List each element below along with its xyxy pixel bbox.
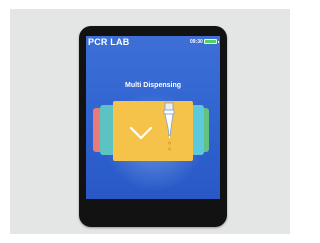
- status-bar: PCR LAB 09:30: [86, 36, 220, 49]
- clock: 09:30: [190, 39, 203, 45]
- device-screen: PCR LAB 09:30 Multi Dispensing: [86, 36, 220, 199]
- battery-icon: [204, 39, 219, 44]
- device-title: PCR LAB: [88, 37, 130, 47]
- pipette-tip-icon: [163, 102, 175, 151]
- mode-card-multi-dispensing[interactable]: [113, 101, 193, 161]
- chevron-down-icon[interactable]: [129, 125, 153, 141]
- mode-label: Multi Dispensing: [125, 82, 181, 89]
